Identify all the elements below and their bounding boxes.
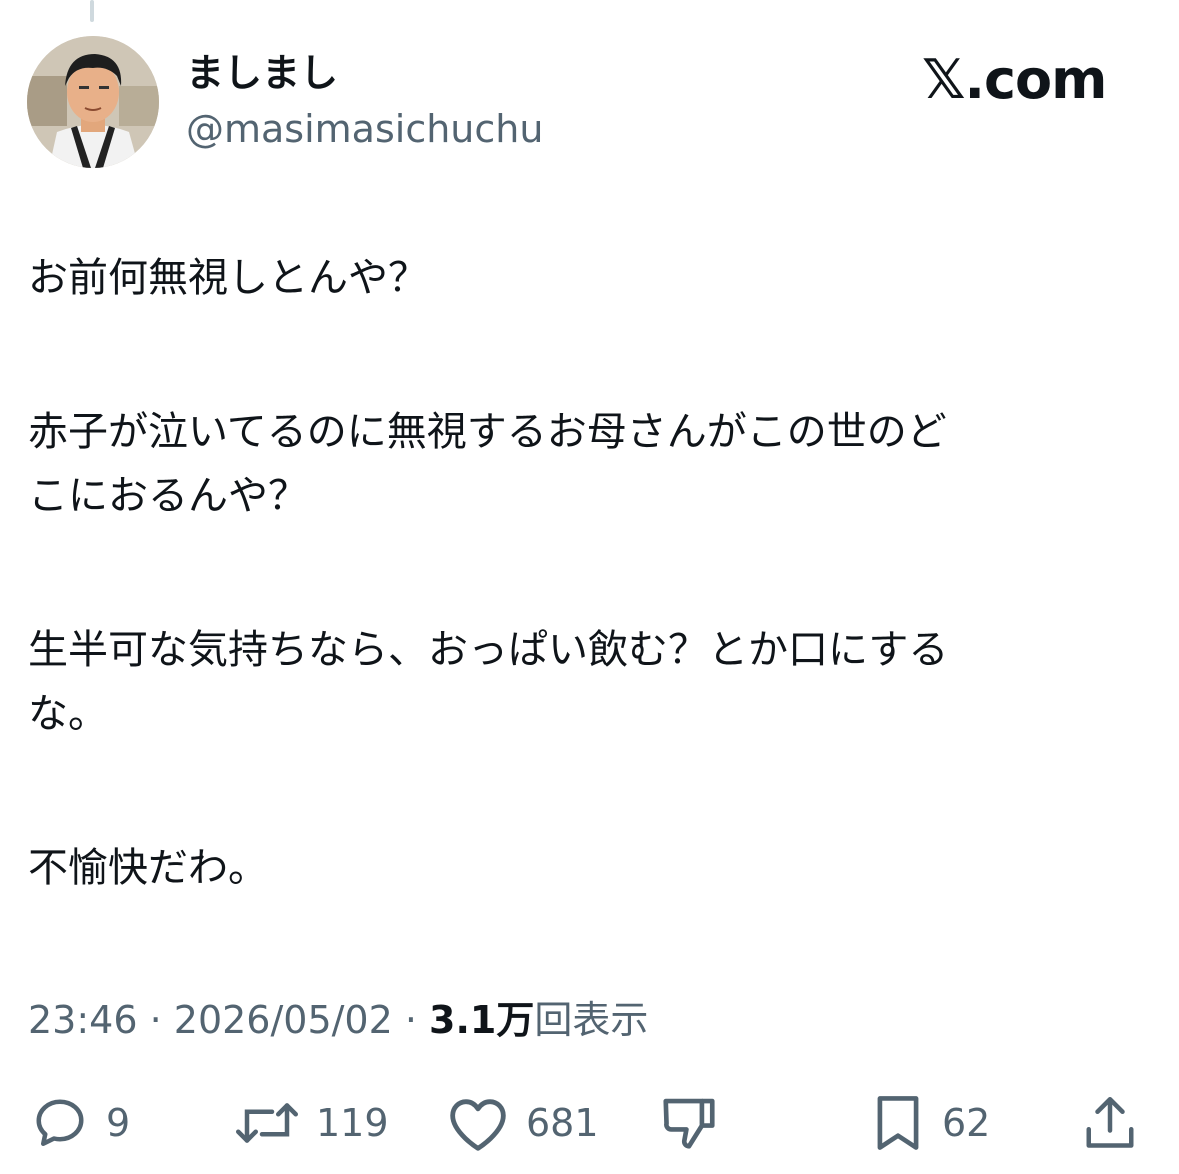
tweet-paragraph: 生半可な気持ちなら、おっぱい飲む？とか口にする な。 [28,618,1148,746]
meta-separator: · [137,998,174,1042]
tweet-paragraph: 不愉快だわ。 [28,836,1148,900]
reply-button[interactable]: 9 [30,1088,130,1158]
meta-separator: · [392,998,430,1042]
x-com-logo: 𝕏.com [922,48,1107,111]
tweet-line: な。 [28,691,108,737]
repost-count: 119 [316,1101,389,1145]
views-count: 3.1万 [429,998,535,1042]
share-button[interactable] [1080,1088,1140,1158]
bookmark-button[interactable]: 62 [870,1088,990,1158]
repost-icon [236,1103,298,1143]
reply-icon [36,1099,84,1146]
tweet-date[interactable]: 2026/05/02 [174,998,393,1042]
views-label: 回表示 [534,998,649,1042]
share-icon [1086,1097,1134,1148]
tweet-paragraph: お前何無視しとんや？ [28,246,1148,310]
bookmark-count: 62 [942,1101,991,1145]
avatar-illustration [27,36,159,168]
tweet-line: こにおるんや？ [28,473,308,519]
dislike-icon [663,1098,715,1149]
author-handle[interactable]: @masimasichuchu [186,104,543,154]
author-display-name[interactable]: ましまし [186,48,338,98]
bookmark-icon [877,1096,919,1150]
tweet-line: 生半可な気持ちなら、おっぱい飲む？とか口にする [28,627,949,673]
dislike-button[interactable] [658,1088,720,1158]
like-icon [450,1099,506,1151]
tweet-time[interactable]: 23:46 [28,998,138,1042]
repost-button[interactable]: 119 [234,1088,389,1158]
tweet-line: 赤子が泣いてるのに無視するお母さんがこの世のど [28,409,947,455]
tweet-line: 不愉快だわ。 [28,845,268,891]
action-bar: 9 119 681 62 [0,1088,1179,1158]
tweet-line: お前何無視しとんや？ [28,255,428,301]
avatar[interactable] [27,36,159,168]
like-count: 681 [526,1101,599,1145]
tweet-paragraph: 赤子が泣いてるのに無視するお母さんがこの世のど こにおるんや？ [28,400,1148,528]
like-button[interactable]: 681 [446,1088,599,1158]
tweet-text: お前何無視しとんや？ 赤子が泣いてるのに無視するお母さんがこの世のど こにおるん… [28,246,1148,990]
thread-line [90,0,94,22]
reply-count: 9 [106,1101,131,1145]
tweet-meta: 23:46 · 2026/05/02 · 3.1万回表示 [28,994,648,1046]
